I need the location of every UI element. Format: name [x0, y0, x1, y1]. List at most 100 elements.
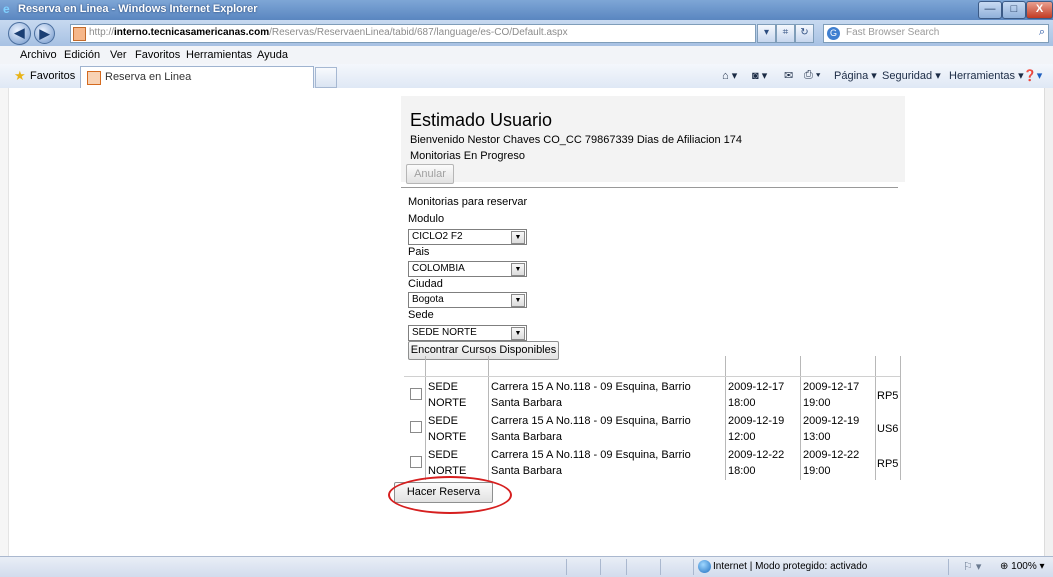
table-column-divider [800, 356, 801, 480]
site-select[interactable]: SEDE NORTE ▼ [408, 325, 527, 341]
globe-icon [698, 560, 711, 573]
mail-icon[interactable]: ✉ [784, 69, 793, 82]
status-divider [600, 559, 601, 575]
cancel-button[interactable]: Anular [406, 164, 454, 184]
status-divider [566, 559, 567, 575]
site-value: SEDE NORTE [412, 327, 477, 338]
menu-bar: Archivo Edición Ver Favoritos Herramient… [0, 46, 1053, 65]
menu-archivo[interactable]: Archivo [20, 49, 57, 61]
table-column-divider [425, 356, 426, 480]
feeds-icon[interactable]: ◙ ▾ [752, 69, 767, 82]
security-zone[interactable]: Internet | Modo protegido: activado [713, 561, 867, 572]
code-cell: RP5 [877, 458, 899, 470]
country-label: Pais [408, 246, 430, 258]
row-checkbox[interactable] [410, 456, 422, 468]
maximize-button[interactable]: □ [1002, 1, 1026, 19]
chevron-down-icon[interactable]: ▼ [511, 263, 525, 276]
menu-ver[interactable]: Ver [110, 49, 127, 61]
city-value: Bogota [412, 294, 444, 305]
protected-mode-icon[interactable]: ⚐ ▾ [963, 560, 981, 573]
page-icon [87, 71, 101, 85]
status-divider [626, 559, 627, 575]
city-label: Ciudad [408, 278, 443, 290]
chevron-down-icon[interactable]: ▼ [511, 327, 525, 340]
menu-herramientas[interactable]: Herramientas [186, 49, 252, 61]
print-icon[interactable]: ⎙ ▾ [804, 69, 820, 82]
search-placeholder: Fast Browser Search [846, 27, 940, 38]
site-label: Sede [408, 309, 434, 321]
table-column-divider [725, 356, 726, 480]
forward-icon[interactable]: ▶ [34, 23, 55, 44]
refresh-icon[interactable]: ↻ [795, 24, 814, 43]
end-time-cell: 13:00 [803, 431, 831, 443]
search-icon[interactable]: ⌕ [1039, 26, 1045, 39]
address-bar-row: ◀ ▶ http://interno.tecnicasamericanas.co… [0, 20, 1053, 46]
welcome-text: Bienvenido Nestor Chaves CO_CC 79867339 … [410, 134, 743, 146]
address-cell: Carrera 15 A No.118 - 09 Esquina, Barrio… [491, 415, 691, 443]
module-select[interactable]: CICLO2 F2 ▼ [408, 229, 527, 245]
start-date-cell: 2009-12-19 [728, 415, 785, 427]
address-dropdown-icon[interactable]: ▾ [757, 24, 776, 43]
country-value: COLOMBIA [412, 263, 465, 274]
end-date-cell: 2009-12-22 [803, 449, 860, 461]
end-time-cell: 19:00 [803, 397, 831, 409]
status-divider [660, 559, 661, 575]
city-select[interactable]: Bogota ▼ [408, 292, 527, 308]
back-icon[interactable]: ◀ [8, 22, 31, 45]
sede-cell: SEDE NORTE [428, 381, 467, 409]
new-tab-button[interactable] [315, 67, 337, 88]
search-input[interactable]: G Fast Browser Search ⌕ [823, 24, 1049, 43]
address-input[interactable]: http://interno.tecnicasamericanas.com/Re… [70, 24, 756, 43]
end-time-cell: 19:00 [803, 465, 831, 477]
security-menu[interactable]: Seguridad ▾ [882, 69, 941, 82]
divider [401, 187, 898, 188]
table-border [900, 356, 901, 480]
ie-icon: e [3, 2, 10, 16]
sede-cell: SEDE NORTE [428, 449, 467, 477]
code-cell: US6 [877, 423, 899, 435]
country-select[interactable]: COLOMBIA ▼ [408, 261, 527, 277]
start-time-cell: 18:00 [728, 465, 756, 477]
menu-edicion[interactable]: Edición [64, 49, 100, 61]
address-url: http://interno.tecnicasamericanas.com/Re… [89, 27, 568, 38]
tools-menu[interactable]: Herramientas ▾ [949, 69, 1024, 82]
page-title: Estimado Usuario [410, 110, 553, 130]
menu-ayuda[interactable]: Ayuda [257, 49, 288, 61]
zoom-level[interactable]: ⊕ 100% ▾ [1000, 561, 1045, 572]
favorites-button[interactable]: Favoritos [30, 70, 75, 82]
tab-reserva-en-linea[interactable]: Reserva en Linea [80, 66, 314, 88]
left-gutter [0, 88, 9, 556]
address-cell: Carrera 15 A No.118 - 09 Esquina, Barrio… [491, 449, 691, 477]
close-button[interactable]: X [1026, 1, 1053, 19]
table-column-divider [488, 356, 489, 480]
help-icon[interactable]: ❓▾ [1023, 69, 1042, 82]
in-progress-label: Monitorias En Progreso [410, 150, 525, 162]
page-menu[interactable]: Página ▾ [834, 69, 877, 82]
home-icon[interactable]: ⌂ ▾ [722, 69, 737, 82]
start-time-cell: 12:00 [728, 431, 756, 443]
start-time-cell: 18:00 [728, 397, 756, 409]
table-header-divider [404, 376, 900, 377]
end-date-cell: 2009-12-19 [803, 415, 860, 427]
module-value: CICLO2 F2 [412, 231, 463, 242]
to-reserve-label: Monitorias para reservar [408, 196, 528, 208]
address-cell: Carrera 15 A No.118 - 09 Esquina, Barrio… [491, 381, 691, 409]
chevron-down-icon[interactable]: ▼ [511, 294, 525, 307]
row-checkbox[interactable] [410, 421, 422, 433]
status-divider [693, 559, 694, 575]
search-provider-icon: G [827, 27, 840, 40]
sede-cell: SEDE NORTE [428, 415, 467, 443]
vertical-scrollbar[interactable] [1044, 88, 1053, 556]
start-date-cell: 2009-12-22 [728, 449, 785, 461]
compatibility-icon[interactable]: ⌗ [776, 24, 795, 43]
tab-label: Reserva en Linea [105, 71, 192, 83]
chevron-down-icon[interactable]: ▼ [511, 231, 525, 244]
window-title: Reserva en Linea - Windows Internet Expl… [18, 3, 258, 15]
status-bar: Internet | Modo protegido: activado ⚐ ▾ … [0, 556, 1053, 577]
minimize-button[interactable]: — [978, 1, 1002, 19]
menu-favoritos[interactable]: Favoritos [135, 49, 180, 61]
favorites-star-icon[interactable]: ★ [14, 69, 26, 82]
row-checkbox[interactable] [410, 388, 422, 400]
status-divider [948, 559, 949, 575]
highlight-oval [388, 476, 512, 514]
